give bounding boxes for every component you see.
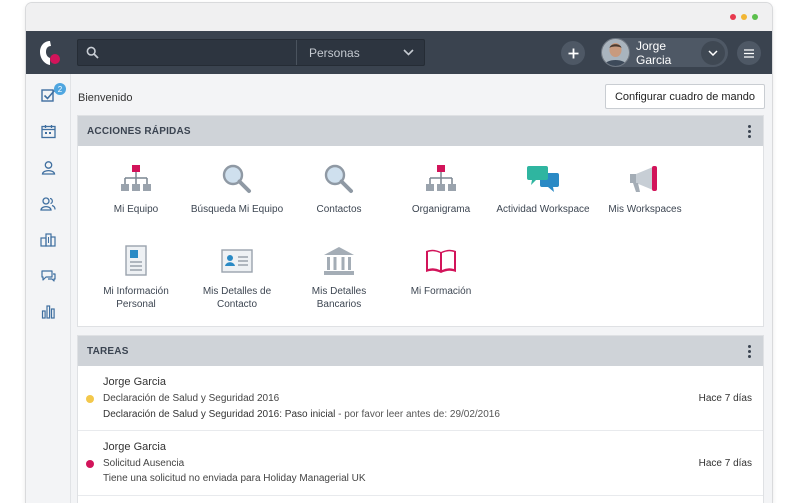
task-detail-line: Declaración de Salud y Seguridad 2016: P… bbox=[103, 409, 500, 420]
tasks-badge: 2 bbox=[54, 83, 66, 95]
chevron-down-icon bbox=[403, 49, 414, 56]
magnifier-icon bbox=[187, 162, 287, 196]
quick-actions-title: ACCIONES RÁPIDAS bbox=[87, 125, 191, 137]
quick-action-contactos[interactable]: Contactos bbox=[289, 162, 389, 216]
search-bar: Personas bbox=[77, 39, 425, 66]
window-chrome bbox=[26, 3, 772, 31]
user-menu[interactable]: Jorge Garcia bbox=[601, 38, 728, 67]
quick-action-busqueda-mi-equipo[interactable]: Búsqueda Mi Equipo bbox=[187, 162, 287, 216]
plus-icon bbox=[568, 48, 578, 58]
maximize-window-dot[interactable] bbox=[752, 14, 758, 20]
quick-action-mi-informacion-personal[interactable]: Mi Información Personal bbox=[86, 244, 186, 311]
quick-action-mis-detalles-de-contacto[interactable]: Mis Detalles de Contacto bbox=[187, 244, 287, 311]
avatar bbox=[601, 38, 630, 67]
more-options-icon[interactable] bbox=[745, 342, 754, 361]
quick-action-actividad-workspace[interactable]: Actividad Workspace bbox=[493, 162, 593, 216]
calendar-icon[interactable] bbox=[39, 122, 57, 140]
search-scope-select[interactable]: Personas bbox=[296, 40, 424, 65]
bank-icon bbox=[289, 244, 389, 278]
quick-action-mis-workspaces[interactable]: Mis Workspaces bbox=[595, 162, 695, 216]
chevron-down-icon[interactable] bbox=[701, 40, 725, 65]
quick-action-label: Mis Detalles Bancarios bbox=[311, 286, 367, 310]
quick-action-label: Búsqueda Mi Equipo bbox=[190, 204, 284, 215]
welcome-text: Bienvenido bbox=[78, 92, 133, 104]
search-input[interactable] bbox=[106, 40, 296, 65]
chat-icon[interactable] bbox=[39, 266, 57, 284]
window-controls bbox=[730, 14, 758, 20]
task-time: Hace 7 días bbox=[698, 393, 752, 404]
building-icon[interactable] bbox=[39, 230, 57, 248]
dashboard: Bienvenido Configurar cuadro de mando AC… bbox=[71, 74, 772, 503]
speech-bubbles-icon bbox=[493, 162, 593, 196]
quick-action-label: Mis Workspaces bbox=[608, 204, 682, 215]
sidebar: 2 bbox=[26, 74, 71, 503]
quick-action-mi-equipo[interactable]: Mi Equipo bbox=[86, 162, 186, 216]
task-user: Jorge Garcia bbox=[103, 376, 166, 388]
minimize-window-dot[interactable] bbox=[741, 14, 747, 20]
book-icon bbox=[391, 244, 491, 278]
task-row[interactable]: Jorge Garcia Declaración de Salud y Segu… bbox=[78, 366, 763, 431]
quick-action-label: Mis Detalles de Contacto bbox=[202, 286, 272, 310]
task-title: Declaración de Salud y Seguridad 2016 bbox=[103, 393, 280, 404]
document-icon bbox=[86, 244, 186, 278]
search-icon[interactable] bbox=[78, 40, 106, 65]
tasks-panel: TAREAS Jorge Garcia Declaración de Salud… bbox=[77, 335, 764, 503]
task-user: Jorge Garcia bbox=[103, 441, 166, 453]
quick-action-mi-formacion[interactable]: Mi Formación bbox=[391, 244, 491, 298]
add-button[interactable] bbox=[561, 41, 585, 65]
quick-action-label: Organigrama bbox=[411, 204, 471, 215]
brand-logo[interactable] bbox=[39, 40, 61, 66]
quick-action-label: Mi Información Personal bbox=[103, 286, 169, 310]
hamburger-icon bbox=[744, 48, 754, 58]
quick-action-organigrama[interactable]: Organigrama bbox=[391, 162, 491, 216]
quick-action-label: Mi Formación bbox=[410, 286, 472, 297]
user-name: Jorge Garcia bbox=[636, 38, 672, 67]
more-options-icon[interactable] bbox=[745, 122, 754, 141]
task-status-dot bbox=[86, 460, 94, 468]
contact-card-icon bbox=[187, 244, 287, 278]
team-icon[interactable] bbox=[39, 194, 57, 212]
tasks-title: TAREAS bbox=[87, 345, 129, 357]
task-title: Solicitud Ausencia bbox=[103, 458, 185, 469]
quick-actions-panel: ACCIONES RÁPIDAS Mi Equipo Búsqueda Mi E… bbox=[77, 115, 764, 327]
configure-dashboard-button[interactable]: Configurar cuadro de mando bbox=[604, 84, 765, 109]
megaphone-icon bbox=[595, 162, 695, 196]
quick-action-label: Mi Equipo bbox=[113, 204, 159, 215]
task-detail-note: - por favor leer antes de: 29/02/2016 bbox=[335, 409, 500, 420]
top-bar: Personas Jorge Garcia bbox=[26, 31, 772, 74]
search-scope-label: Personas bbox=[309, 45, 360, 60]
person-icon[interactable] bbox=[39, 158, 57, 176]
quick-actions-header: ACCIONES RÁPIDAS bbox=[78, 116, 763, 146]
quick-action-label: Contactos bbox=[316, 204, 362, 215]
org-chart-icon bbox=[391, 162, 491, 196]
magnifier-icon bbox=[289, 162, 389, 196]
task-row[interactable]: Jorge Garcia Solicitud Ausencia Tiene un… bbox=[78, 431, 763, 496]
close-window-dot[interactable] bbox=[730, 14, 736, 20]
tasks-header: TAREAS bbox=[78, 336, 763, 366]
quick-action-mis-detalles-bancarios[interactable]: Mis Detalles Bancarios bbox=[289, 244, 389, 311]
app-window: Personas Jorge Garcia 2 Bienvenido Confi… bbox=[26, 3, 772, 503]
task-time: Hace 7 días bbox=[698, 458, 752, 469]
task-detail: Declaración de Salud y Seguridad 2016: P… bbox=[103, 409, 336, 420]
main-menu-button[interactable] bbox=[737, 41, 761, 65]
quick-action-label: Actividad Workspace bbox=[496, 204, 590, 215]
task-status-dot bbox=[86, 395, 94, 403]
bar-chart-icon[interactable] bbox=[39, 302, 57, 320]
org-chart-icon bbox=[86, 162, 186, 196]
task-detail: Tiene una solicitud no enviada para Holi… bbox=[103, 473, 366, 484]
